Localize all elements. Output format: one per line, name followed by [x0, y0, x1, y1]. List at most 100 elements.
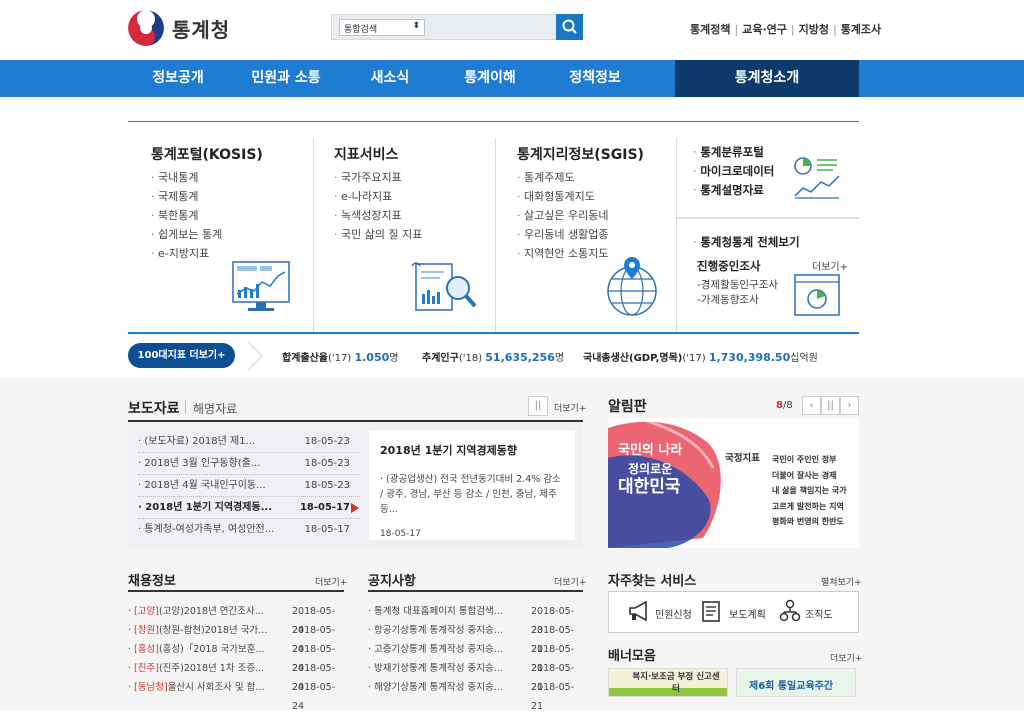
- sgis-link[interactable]: 통계주제도: [517, 168, 608, 187]
- stat-fertility[interactable]: 합계출산율('17) 1.050명: [282, 349, 398, 364]
- sgis-link[interactable]: 지역현안 소통지도: [517, 244, 608, 263]
- search-button[interactable]: [556, 14, 583, 40]
- tab-press-release[interactable]: 보도자료: [128, 398, 180, 418]
- kosis-list: 국내통계 국제통계 북한통계 쉽게보는 통계 e-지방지표: [151, 168, 222, 263]
- tab-clarification[interactable]: 해명자료: [193, 400, 237, 417]
- recruit-more-link[interactable]: 더보기+: [315, 575, 347, 588]
- sgis-link[interactable]: 살고싶은 우리동네: [517, 206, 608, 225]
- kosis-title[interactable]: 통계포털(KOSIS): [151, 144, 263, 164]
- search-scope-select[interactable]: 통합검색 ⬍: [339, 19, 425, 36]
- announce-more-link[interactable]: 더보기+: [554, 575, 586, 588]
- index-link[interactable]: e-나라지표: [334, 187, 422, 206]
- util-link-survey[interactable]: 통계조사: [841, 23, 881, 36]
- nav-item-civil[interactable]: 민원과 소통: [236, 60, 336, 97]
- all-stats-link-wrap: 통계청통계 전체보기: [693, 233, 799, 252]
- announce-row[interactable]: · 해양기상통계 통계작성 중지승... 2018-05-21: [368, 678, 583, 712]
- notice-banner-image[interactable]: 국민의 나라 정의로운 대한민국 국정지표 국민이 주인인 정부 더불어 잘사는…: [608, 418, 859, 548]
- banner-welfare-report[interactable]: 복지·보조금 부정 신고센터: [608, 668, 728, 697]
- announce-row[interactable]: · 고층기상통계 통계작성 중지승... 2018-05-21: [368, 640, 583, 674]
- banners-more-link[interactable]: 더보기+: [830, 651, 862, 664]
- pie-line-chart-icon: [794, 157, 840, 199]
- microdata-link[interactable]: 마이크로데이터: [693, 162, 774, 181]
- pause-button[interactable]: ||: [821, 396, 840, 415]
- nav-item-about[interactable]: 통계청소개: [675, 60, 859, 97]
- notice-pager: 8/8: [776, 400, 793, 411]
- survey-list: -경제활동인구조사 -가계동향조사: [697, 278, 778, 308]
- service-org-link[interactable]: 조직도: [805, 606, 833, 621]
- kosis-link[interactable]: 국내통계: [151, 168, 222, 187]
- press-row[interactable]: · 통계청-여성가족부, 여성안전... 18-05-17: [138, 519, 360, 541]
- banner-unification-week[interactable]: 제6회 통일교육주간: [736, 668, 856, 697]
- sgis-link[interactable]: 우리동네 생활업종: [517, 225, 608, 244]
- banner-welfare-text: 복지·보조금 부정 신고센터: [632, 672, 720, 694]
- service-press-plan-link[interactable]: 보도계획: [729, 606, 766, 621]
- press-detail-body: · (광공업생산) 전국 전년동기대비 2.4% 감소 / 광주, 경남, 부산…: [380, 474, 561, 515]
- logo-emblem-icon[interactable]: [128, 10, 164, 46]
- announce-row[interactable]: · 통계청 대표홈페이지 통합검색... 2018-05-23: [368, 602, 583, 636]
- banner-label: 국정지표: [725, 453, 760, 464]
- nav-item-stats[interactable]: 통계이해: [445, 60, 535, 97]
- ongoing-survey-title: 진행중인조사: [697, 259, 761, 273]
- survey-link[interactable]: -가계동향조사: [697, 293, 778, 308]
- stat-population[interactable]: 추계인구('18) 51,635,256명: [422, 349, 564, 364]
- stat-gdp[interactable]: 국내총생산(GDP,명목)('17) 1,730,398.50십억원: [583, 349, 818, 364]
- notice-board-title: 알림판: [608, 399, 647, 415]
- announce-row[interactable]: · 방재기상통계 통계작성 중지승... 2018-05-21: [368, 659, 583, 693]
- press-more-link[interactable]: 더보기+: [554, 401, 586, 414]
- announce-title: 공지사항: [368, 574, 416, 589]
- index-link[interactable]: 녹색성장지표: [334, 206, 422, 225]
- recruit-row[interactable]: · [고양](고양)2018년 연간조사... 2018-05-24: [128, 602, 344, 636]
- announce-row[interactable]: · 항공기상통계 통계작성 중지승... 2018-05-21: [368, 621, 583, 655]
- util-link-regional[interactable]: 지방청: [799, 23, 829, 36]
- stats-desc-link[interactable]: 통계설명자료: [693, 181, 774, 200]
- kosis-link[interactable]: 북한통계: [151, 206, 222, 225]
- nav-item-policy[interactable]: 정책정보: [548, 60, 642, 97]
- press-row[interactable]: · 2018년 3월 인구동향(출... 18-05-23: [138, 453, 360, 475]
- all-stats-link[interactable]: 통계청통계 전체보기: [693, 233, 799, 252]
- tab-divider: [185, 400, 186, 413]
- index-link[interactable]: 국민 삶의 질 지표: [334, 225, 422, 244]
- search-icon: [562, 19, 577, 34]
- services-expand-link[interactable]: 펼쳐보기+: [821, 575, 862, 588]
- press-detail-title: 2018년 1분기 지역경제동향: [380, 444, 518, 457]
- column-divider: [677, 217, 859, 219]
- press-detail-date: 18-05-17: [380, 529, 421, 539]
- sgis-title[interactable]: 통계지리정보(SGIS): [517, 144, 644, 164]
- nav-item-news[interactable]: 새소식: [345, 60, 435, 97]
- top100-more-button[interactable]: 100대지표 더보기+: [128, 343, 235, 368]
- services-title: 자주찾는 서비스: [608, 574, 697, 589]
- recruit-row[interactable]: · [동남청]울산시 사회조사 및 합... 2018-05-24: [128, 678, 344, 712]
- press-detail-card[interactable]: 2018년 1분기 지역경제동향 · (광공업생산) 전국 전년동기대비 2.4…: [369, 430, 575, 540]
- org-chart-icon: [779, 599, 801, 622]
- sgis-link[interactable]: 대화형통계지도: [517, 187, 608, 206]
- util-link-education[interactable]: 교육·연구: [742, 23, 787, 36]
- index-service-title[interactable]: 지표서비스: [334, 144, 398, 164]
- index-link[interactable]: 국가주요지표: [334, 168, 422, 187]
- survey-board-icon: [794, 274, 840, 316]
- press-row-active[interactable]: · 2018년 1분기 지역경제동... 18-05-17: [138, 497, 360, 519]
- select-arrow-icon: ⬍: [412, 21, 420, 31]
- kosis-link[interactable]: 쉽게보는 통계: [151, 225, 222, 244]
- class-portal-link[interactable]: 통계분류포털: [693, 143, 774, 162]
- press-row[interactable]: · 2018년 4월 국내인구이동... 18-05-23: [138, 475, 360, 497]
- recruit-row[interactable]: · [홍성](홍성)「2018 국가보훈... 2018-05-24: [128, 640, 344, 674]
- logo-text[interactable]: 통계청: [172, 14, 230, 43]
- survey-more-link[interactable]: 더보기+: [812, 258, 848, 273]
- nav-item-info[interactable]: 정보공개: [128, 60, 228, 97]
- report-magnifier-icon: [411, 262, 477, 311]
- recruit-row[interactable]: · [창원](창원-합천)2018년 국가... 2018-05-24: [128, 621, 344, 655]
- column-divider: [495, 138, 496, 332]
- pause-button[interactable]: ||: [528, 396, 548, 416]
- press-row[interactable]: · (보도자료) 2018년 제1... 18-05-23: [138, 431, 360, 453]
- recruit-title: 채용정보: [128, 574, 176, 589]
- next-button[interactable]: ›: [840, 396, 859, 415]
- kosis-link[interactable]: 국제통계: [151, 187, 222, 206]
- recruit-row[interactable]: · [진주](진주)2018년 1차 조증... 2018-05-24: [128, 659, 344, 693]
- service-civil-link[interactable]: 민원신청: [655, 606, 692, 621]
- kosis-link[interactable]: e-지방지표: [151, 244, 222, 263]
- prev-button[interactable]: ‹: [802, 396, 821, 415]
- chevron-right-icon: [247, 341, 263, 371]
- survey-link[interactable]: -경제활동인구조사: [697, 278, 778, 293]
- document-icon: [702, 601, 720, 622]
- util-link-policy[interactable]: 통계정책: [690, 23, 730, 36]
